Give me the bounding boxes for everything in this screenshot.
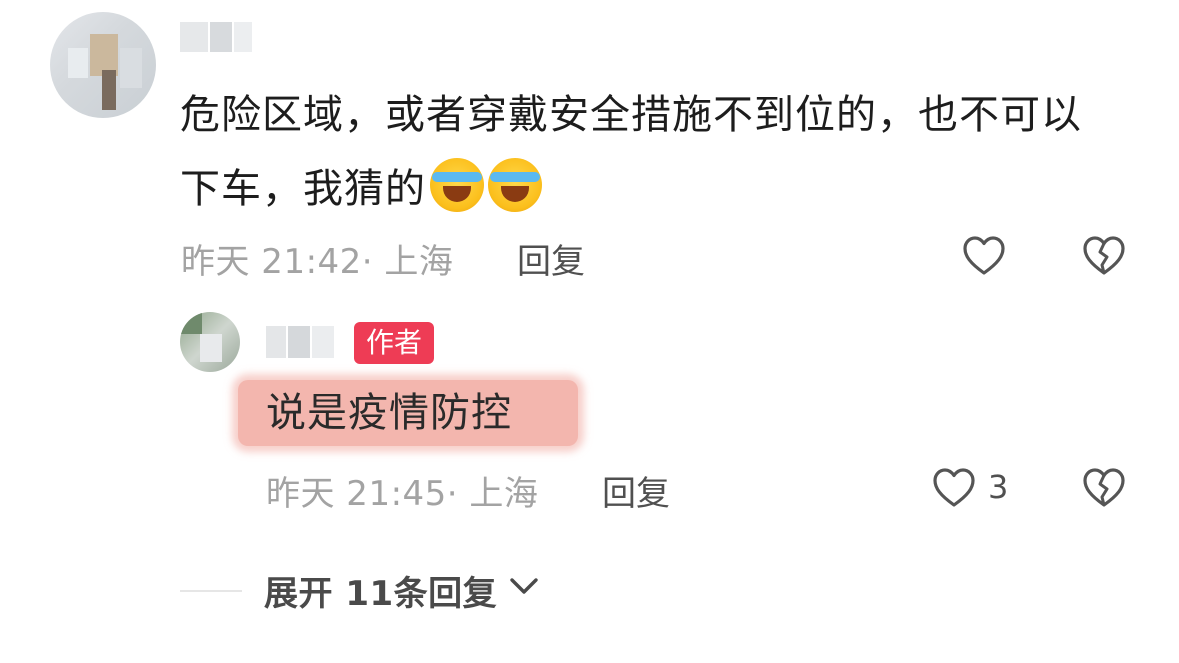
reply-text: 说是疫情防控 [266,390,512,436]
commenter-avatar[interactable] [50,12,156,118]
reply-reply-button[interactable]: 回复 [602,466,670,515]
comment-reply-button[interactable]: 回复 [517,234,585,283]
author-badge: 作者 [354,322,435,364]
chevron-down-icon[interactable] [508,574,540,598]
reply-time-location: 昨天 21:45· 上海 [266,474,539,514]
comment-body: 危险区域，或者穿戴安全措施不到位的，也不可以下车，我猜的 [180,78,1120,226]
comment-text: 危险区域，或者穿戴安全措施不到位的，也不可以下车，我猜的 [180,92,1082,212]
laughing-crying-emoji-icon [430,158,484,212]
author-name-blurred[interactable] [266,326,334,358]
broken-heart-icon[interactable] [1080,464,1128,512]
expand-replies-button[interactable]: 展开 11条回复 [264,566,497,615]
comment-time-location: 昨天 21:42· 上海 [181,242,454,282]
commenter-name-blurred[interactable] [180,22,252,52]
author-avatar[interactable] [180,312,240,372]
expand-divider [180,590,242,592]
heart-icon[interactable] [930,464,978,512]
broken-heart-icon[interactable] [1080,232,1128,280]
laughing-crying-emoji-icon [488,158,542,212]
heart-icon[interactable] [960,232,1008,280]
like-count: 3 [988,468,1009,506]
